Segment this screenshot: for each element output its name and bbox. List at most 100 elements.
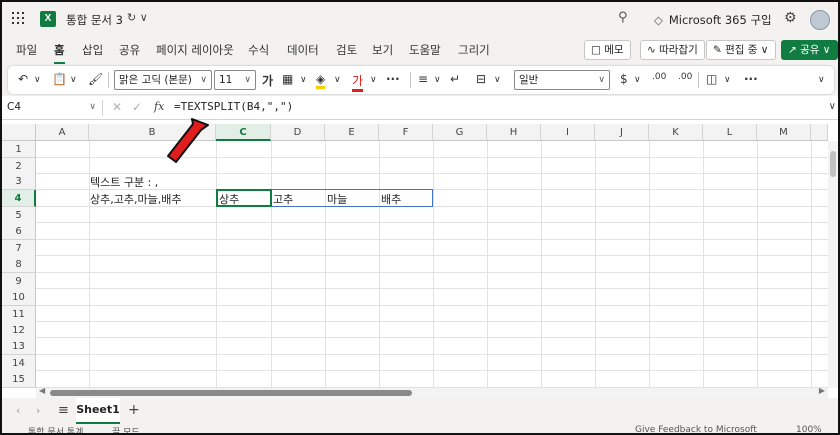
more-font-options-button[interactable]: ···	[386, 72, 400, 86]
horizontal-scrollbar[interactable]: ◀ ▶	[36, 386, 828, 398]
borders-icon[interactable]: ▦	[282, 72, 293, 86]
select-all-corner[interactable]	[2, 124, 36, 141]
row-header-1[interactable]: 1	[2, 141, 36, 158]
currency-button[interactable]: $	[620, 72, 628, 86]
col-header-g[interactable]: G	[433, 124, 487, 141]
number-format-dropdown[interactable]: 일반 ∨	[514, 70, 610, 90]
sheet-tab-sheet1[interactable]: Sheet1	[76, 398, 120, 424]
prev-sheet-icon[interactable]: ‹	[16, 404, 20, 417]
merge-dropdown-icon[interactable]: ∨	[494, 75, 501, 85]
tab-page-layout[interactable]: 페이지 레이아웃	[156, 42, 234, 58]
workbook-stats-label[interactable]: 통합 문서 통계	[28, 425, 83, 433]
col-header-h[interactable]: H	[487, 124, 541, 141]
gear-icon[interactable]: ⚙	[784, 10, 797, 26]
format-painter-icon[interactable]: 🖌	[88, 72, 103, 86]
tab-review[interactable]: 검토	[336, 42, 357, 58]
next-sheet-icon[interactable]: ›	[36, 404, 40, 417]
catchup-button[interactable]: ∿ 따라잡기	[640, 40, 705, 60]
font-color-dropdown-icon[interactable]: ∨	[370, 75, 377, 85]
row-header-8[interactable]: 8	[2, 256, 36, 273]
col-header-i[interactable]: I	[541, 124, 595, 141]
row-header-5[interactable]: 5	[2, 207, 36, 224]
wrap-text-icon[interactable]: ↵	[450, 72, 460, 86]
font-size-dropdown[interactable]: 11 ∨	[214, 70, 256, 90]
row-header-6[interactable]: 6	[2, 223, 36, 240]
tab-home[interactable]: 홈	[54, 42, 65, 64]
conditional-format-icon[interactable]: ◫	[706, 72, 717, 86]
currency-dropdown-icon[interactable]: ∨	[634, 75, 641, 85]
horizontal-scroll-thumb[interactable]	[50, 390, 412, 396]
cell-b3[interactable]: 텍스트 구분 : ,	[90, 174, 158, 190]
vertical-scrollbar[interactable]	[828, 141, 838, 388]
row-header-3[interactable]: 3	[2, 173, 36, 190]
add-sheet-button[interactable]: +	[128, 402, 140, 418]
row-header-7[interactable]: 7	[2, 240, 36, 257]
tab-help[interactable]: 도움말	[409, 42, 441, 58]
avatar[interactable]	[810, 10, 830, 30]
cell-c4[interactable]: 상추	[219, 191, 239, 207]
row-header-13[interactable]: 13	[2, 338, 36, 355]
col-header-e[interactable]: E	[325, 124, 379, 141]
scroll-right-icon[interactable]: ▶	[819, 386, 825, 395]
undo-icon[interactable]: ↶	[18, 72, 28, 86]
zoom-level[interactable]: 100%	[796, 425, 822, 433]
search-icon[interactable]: ⚲	[618, 10, 628, 25]
conditional-format-dropdown-icon[interactable]: ∨	[724, 75, 731, 85]
cell-b4[interactable]: 상추,고추,마늘,배추	[90, 191, 181, 207]
col-header-c[interactable]: C	[216, 124, 271, 141]
font-color-button[interactable]: 가	[352, 72, 364, 92]
scroll-left-icon[interactable]: ◀	[39, 386, 45, 395]
app-launcher-icon[interactable]	[12, 12, 26, 26]
col-header-d[interactable]: D	[271, 124, 325, 141]
borders-dropdown-icon[interactable]: ∨	[300, 75, 307, 85]
confirm-icon[interactable]: ✓	[132, 100, 142, 114]
cell-d4[interactable]: 고추	[273, 191, 293, 207]
vertical-scroll-thumb[interactable]	[830, 151, 836, 177]
more-options-button[interactable]: ···	[744, 72, 758, 86]
paste-icon[interactable]: 📋	[52, 72, 67, 86]
row-header-14[interactable]: 14	[2, 355, 36, 372]
row-header-11[interactable]: 11	[2, 306, 36, 323]
paste-dropdown-icon[interactable]: ∨	[70, 75, 77, 85]
ms365-buy-link[interactable]: ◇ Microsoft 365 구입	[654, 12, 772, 28]
align-dropdown-icon[interactable]: ∨	[434, 75, 441, 85]
col-header-a[interactable]: A	[36, 124, 89, 141]
col-header-f[interactable]: F	[379, 124, 433, 141]
col-header-n[interactable]	[811, 124, 828, 141]
row-header-15[interactable]: 15	[2, 371, 36, 388]
merge-cells-icon[interactable]: ⊟	[476, 72, 486, 86]
expand-formula-icon[interactable]: ∨	[829, 101, 836, 112]
tab-share[interactable]: 공유	[119, 42, 140, 58]
bold-button[interactable]: 가	[262, 72, 273, 89]
cancel-icon[interactable]: ✕	[112, 100, 122, 114]
row-header-4[interactable]: 4	[2, 190, 36, 207]
editing-mode-button[interactable]: ✎ 편집 중 ∨	[706, 40, 776, 60]
row-header-9[interactable]: 9	[2, 273, 36, 290]
tab-formulas[interactable]: 수식	[248, 42, 269, 58]
col-header-l[interactable]: L	[703, 124, 757, 141]
sheet-list-icon[interactable]: ≡	[58, 403, 69, 418]
fill-color-icon[interactable]: ◈	[316, 72, 326, 89]
tab-insert[interactable]: 삽입	[82, 42, 103, 58]
undo-dropdown-icon[interactable]: ∨	[34, 75, 41, 85]
insert-function-button[interactable]: fx	[154, 100, 164, 113]
tab-draw[interactable]: 그리기	[458, 42, 490, 58]
row-header-10[interactable]: 10	[2, 289, 36, 306]
name-box[interactable]: C4 ∨	[4, 98, 100, 117]
align-icon[interactable]: ≡	[418, 72, 428, 86]
col-header-m[interactable]: M	[757, 124, 811, 141]
sync-status-icon[interactable]: ↻ ∨	[127, 11, 148, 24]
share-button[interactable]: ↗ 공유 ∨	[781, 40, 838, 60]
increase-decimal-button[interactable]: .00	[652, 72, 666, 82]
col-header-j[interactable]: J	[595, 124, 649, 141]
ribbon-collapse-icon[interactable]: ∨	[818, 75, 825, 85]
decrease-decimal-button[interactable]: .00	[678, 72, 692, 82]
tab-data[interactable]: 데이터	[287, 42, 319, 58]
tab-view[interactable]: 보기	[372, 42, 393, 58]
row-header-12[interactable]: 12	[2, 322, 36, 339]
feedback-link[interactable]: Give Feedback to Microsoft	[635, 425, 757, 433]
formula-input[interactable]: =TEXTSPLIT(B4,",")	[174, 100, 293, 113]
cell-f4[interactable]: 배추	[381, 191, 401, 207]
font-name-dropdown[interactable]: 맑은 고딕 (본문) ∨	[114, 70, 212, 90]
document-title[interactable]: 통합 문서 3	[66, 12, 123, 28]
